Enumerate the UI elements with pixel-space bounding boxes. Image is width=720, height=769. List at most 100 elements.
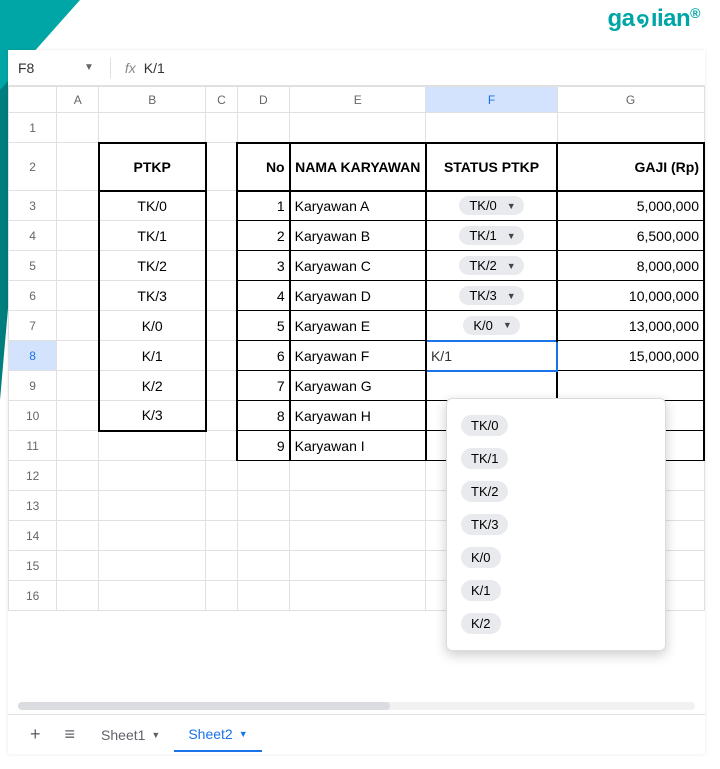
row-header-16[interactable]: 16 [9,581,57,611]
row-header-4[interactable]: 4 [9,221,57,251]
formula-input[interactable] [144,60,699,76]
row-header-14[interactable]: 14 [9,521,57,551]
cell-D2[interactable]: No [237,143,289,191]
cell-A16[interactable] [57,581,99,611]
cell-F5[interactable]: TK/2▼ [426,251,557,281]
cell-B5[interactable]: TK/2 [99,251,206,281]
grid[interactable]: ABCDEFG12PTKPNoNAMA KARYAWANSTATUS PTKPG… [8,86,705,611]
cell-A3[interactable] [57,191,99,221]
dropdown-option[interactable]: TK/1 [447,442,665,475]
cell-G7[interactable]: 13,000,000 [557,311,704,341]
horizontal-scrollbar-thumb[interactable] [18,702,390,710]
cell-D16[interactable] [237,581,289,611]
cell-C14[interactable] [206,521,237,551]
cell-A8[interactable] [57,341,99,371]
status-chip[interactable]: TK/1▼ [459,226,523,245]
cell-B11[interactable] [99,431,206,461]
cell-D14[interactable] [237,521,289,551]
cell-E11[interactable]: Karyawan I [290,431,426,461]
cell-A4[interactable] [57,221,99,251]
cell-E10[interactable]: Karyawan H [290,401,426,431]
cell-B9[interactable]: K/2 [99,371,206,401]
cell-A1[interactable] [57,113,99,143]
cell-B4[interactable]: TK/1 [99,221,206,251]
cell-B16[interactable] [99,581,206,611]
column-header-corner[interactable] [9,87,57,113]
cell-C1[interactable] [206,113,237,143]
row-header-8[interactable]: 8 [9,341,57,371]
cell-C9[interactable] [206,371,237,401]
cell-B6[interactable]: TK/3 [99,281,206,311]
cell-B10[interactable]: K/3 [99,401,206,431]
cell-D3[interactable]: 1 [237,191,289,221]
column-header-F[interactable]: F [426,87,557,113]
cell-F8[interactable]: K/1 [426,341,557,371]
cell-D1[interactable] [237,113,289,143]
cell-A12[interactable] [57,461,99,491]
cell-E12[interactable] [290,461,426,491]
cell-A14[interactable] [57,521,99,551]
row-header-9[interactable]: 9 [9,371,57,401]
cell-C15[interactable] [206,551,237,581]
cell-C13[interactable] [206,491,237,521]
cell-D4[interactable]: 2 [237,221,289,251]
add-sheet-button[interactable]: + [18,718,53,751]
all-sheets-button[interactable]: ≡ [53,718,88,751]
cell-A6[interactable] [57,281,99,311]
status-chip[interactable]: TK/0▼ [459,196,523,215]
chevron-down-icon[interactable]: ▼ [151,730,160,740]
cell-D11[interactable]: 9 [237,431,289,461]
cell-C11[interactable] [206,431,237,461]
cell-F9[interactable] [426,371,557,401]
dropdown-option[interactable]: K/2 [447,607,665,640]
cell-D8[interactable]: 6 [237,341,289,371]
cell-G1[interactable] [557,113,704,143]
cell-A15[interactable] [57,551,99,581]
cell-G9[interactable] [557,371,704,401]
cell-B7[interactable]: K/0 [99,311,206,341]
cell-C8[interactable] [206,341,237,371]
status-chip[interactable]: TK/3▼ [459,286,523,305]
row-header-3[interactable]: 3 [9,191,57,221]
row-header-6[interactable]: 6 [9,281,57,311]
cell-B8[interactable]: K/1 [99,341,206,371]
cell-D12[interactable] [237,461,289,491]
row-header-11[interactable]: 11 [9,431,57,461]
dropdown-option[interactable]: TK/2 [447,475,665,508]
cell-E14[interactable] [290,521,426,551]
cell-G4[interactable]: 6,500,000 [557,221,704,251]
column-header-D[interactable]: D [237,87,289,113]
cell-A9[interactable] [57,371,99,401]
cell-F2[interactable]: STATUS PTKP [426,143,557,191]
cell-E1[interactable] [290,113,426,143]
row-header-10[interactable]: 10 [9,401,57,431]
cell-C10[interactable] [206,401,237,431]
cell-E4[interactable]: Karyawan B [290,221,426,251]
column-header-E[interactable]: E [290,87,426,113]
cell-F3[interactable]: TK/0▼ [426,191,557,221]
cell-F4[interactable]: TK/1▼ [426,221,557,251]
row-header-1[interactable]: 1 [9,113,57,143]
cell-A5[interactable] [57,251,99,281]
row-header-13[interactable]: 13 [9,491,57,521]
status-chip[interactable]: TK/2▼ [459,256,523,275]
cell-G5[interactable]: 8,000,000 [557,251,704,281]
cell-D9[interactable]: 7 [237,371,289,401]
column-header-B[interactable]: B [99,87,206,113]
cell-E2[interactable]: NAMA KARYAWAN [290,143,426,191]
cell-A11[interactable] [57,431,99,461]
row-header-2[interactable]: 2 [9,143,57,191]
chevron-down-icon[interactable]: ▼ [239,729,248,739]
cell-D5[interactable]: 3 [237,251,289,281]
cell-B15[interactable] [99,551,206,581]
validation-dropdown-panel[interactable]: TK/0TK/1TK/2TK/3K/0K/1K/2 [446,398,666,651]
cell-B13[interactable] [99,491,206,521]
cell-C7[interactable] [206,311,237,341]
cell-B1[interactable] [99,113,206,143]
cell-E3[interactable]: Karyawan A [290,191,426,221]
cell-D6[interactable]: 4 [237,281,289,311]
cell-F6[interactable]: TK/3▼ [426,281,557,311]
cell-B3[interactable]: TK/0 [99,191,206,221]
dropdown-option[interactable]: TK/0 [447,409,665,442]
column-header-G[interactable]: G [557,87,704,113]
